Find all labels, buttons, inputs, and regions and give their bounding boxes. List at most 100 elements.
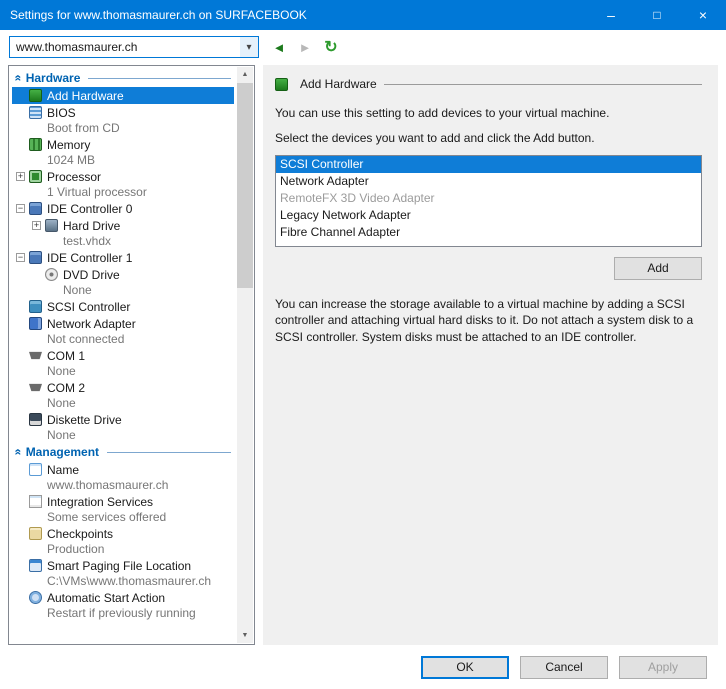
tree-scrollbar[interactable]: ▲ ▼ xyxy=(237,67,253,643)
tree-item-com-1[interactable]: COM 1 xyxy=(12,347,234,364)
instruction-text: Select the devices you want to add and c… xyxy=(275,130,595,145)
tree-item-label: Diskette Drive xyxy=(47,412,122,427)
scrollbar-thumb[interactable] xyxy=(237,83,253,288)
back-button[interactable]: ◄ xyxy=(269,37,289,57)
tree-item-sub-processor[interactable]: 1 Virtual processor xyxy=(12,185,234,200)
device-option-fibre-channel-adapter[interactable]: Fibre Channel Adapter xyxy=(276,224,701,241)
tree-item-integration-services[interactable]: Integration Services xyxy=(12,493,234,510)
add-hardware-icon xyxy=(275,77,288,91)
tree-item-sub-memory[interactable]: 1024 MB xyxy=(12,153,234,168)
tree-item-ide-controller-1[interactable]: − IDE Controller 1 xyxy=(12,249,234,266)
tree-item-name[interactable]: Name xyxy=(12,461,234,478)
tree-item-bios[interactable]: BIOS xyxy=(12,104,234,121)
description-text: You can increase the storage available t… xyxy=(275,296,694,345)
tree-item-sub-name[interactable]: www.thomasmaurer.ch xyxy=(12,478,234,493)
tree-section-management[interactable]: «Management xyxy=(11,443,234,461)
memory-icon xyxy=(29,138,42,151)
tree-item-automatic-start-action[interactable]: Automatic Start Action xyxy=(12,589,234,606)
tree-item-label: Network Adapter xyxy=(47,316,136,331)
content-panel: Add Hardware You can use this setting to… xyxy=(263,65,718,645)
tree-item-sub-hard-drive[interactable]: test.vhdx xyxy=(12,234,234,249)
tree-item-sub-integration-services[interactable]: Some services offered xyxy=(12,510,234,525)
vm-selector[interactable]: www.thomasmaurer.ch ▾ xyxy=(9,36,259,58)
com-port-icon xyxy=(29,351,42,360)
tree-item-label: Memory xyxy=(47,137,91,152)
tree-item-sub-bios[interactable]: Boot from CD xyxy=(12,121,234,136)
device-option-network-adapter[interactable]: Network Adapter xyxy=(276,173,701,190)
tree-item-sub-diskette-drive[interactable]: None xyxy=(12,428,234,443)
vm-selector-value: www.thomasmaurer.ch xyxy=(16,40,138,54)
navigation-buttons: ◄ ► ↻ xyxy=(269,37,341,57)
expander-icon[interactable]: − xyxy=(16,204,25,213)
apply-button[interactable]: Apply xyxy=(619,655,707,679)
ide-controller-icon xyxy=(29,251,42,264)
minimize-button[interactable]: – xyxy=(588,0,634,30)
tree-item-label: Processor xyxy=(47,169,102,184)
section-rule xyxy=(88,77,231,79)
tree-item-com-2[interactable]: COM 2 xyxy=(12,379,234,396)
add-hardware-icon xyxy=(29,89,42,102)
tree-item-label: COM 1 xyxy=(47,348,86,363)
tree-item-label: BIOS xyxy=(47,105,76,120)
auto-start-icon xyxy=(29,591,42,604)
refresh-button[interactable]: ↻ xyxy=(321,37,341,57)
section-rule xyxy=(107,451,231,453)
tree-item-label: IDE Controller 1 xyxy=(47,250,133,265)
window-controls: – □ × xyxy=(588,0,726,30)
bios-icon xyxy=(29,106,42,119)
tree-item-sub-automatic-start-action[interactable]: Restart if previously running xyxy=(12,606,234,621)
tree-item-smart-paging-file-location[interactable]: Smart Paging File Location xyxy=(12,557,234,574)
tree-section-hardware[interactable]: «Hardware xyxy=(11,69,234,87)
tree-item-checkpoints[interactable]: Checkpoints xyxy=(12,525,234,542)
close-button[interactable]: × xyxy=(680,0,726,30)
tree-section-label: Management xyxy=(25,445,100,459)
smart-paging-icon xyxy=(29,559,42,572)
tree-item-sub-network-adapter[interactable]: Not connected xyxy=(12,332,234,347)
tree-section-label: Hardware xyxy=(25,71,81,85)
network-adapter-icon xyxy=(29,317,42,330)
diskette-drive-icon xyxy=(29,413,42,426)
tree-item-label: Automatic Start Action xyxy=(47,590,166,605)
maximize-icon: □ xyxy=(653,8,661,22)
scsi-controller-icon xyxy=(29,300,42,313)
tree-item-memory[interactable]: Memory xyxy=(12,136,234,153)
expander-icon[interactable]: + xyxy=(32,221,41,230)
footer: OK Cancel Apply xyxy=(0,645,726,689)
tree-item-add-hardware[interactable]: Add Hardware xyxy=(12,87,234,104)
tree-item-hard-drive[interactable]: + Hard Drive xyxy=(12,217,234,234)
tree-item-ide-controller-0[interactable]: − IDE Controller 0 xyxy=(12,200,234,217)
device-option-scsi-controller[interactable]: SCSI Controller xyxy=(276,155,701,173)
tree-item-sub-smart-paging-file-location[interactable]: C:\VMs\www.thomasmaurer.ch xyxy=(12,574,234,589)
tree-item-sub-dvd-drive[interactable]: None xyxy=(12,283,234,298)
tree-item-scsi-controller[interactable]: SCSI Controller xyxy=(12,298,234,315)
expander-icon[interactable]: − xyxy=(16,253,25,262)
window-title: Settings for www.thomasmaurer.ch on SURF… xyxy=(10,8,307,22)
tree-item-label: Hard Drive xyxy=(63,218,121,233)
intro-text: You can use this setting to add devices … xyxy=(275,106,610,120)
device-option-legacy-network-adapter[interactable]: Legacy Network Adapter xyxy=(276,207,701,224)
tree-item-label: Integration Services xyxy=(47,494,154,509)
device-list: SCSI Controller Network Adapter RemoteFX 3… xyxy=(275,154,702,247)
add-button[interactable]: Add xyxy=(614,256,702,280)
forward-button[interactable]: ► xyxy=(295,37,315,57)
ok-button[interactable]: OK xyxy=(421,655,509,679)
tree-item-dvd-drive[interactable]: DVD Drive xyxy=(12,266,234,283)
device-option-remotefx-3d-video-adapter[interactable]: RemoteFX 3D Video Adapter xyxy=(276,190,701,207)
scroll-down-icon[interactable]: ▼ xyxy=(237,628,253,643)
tree-item-label: Add Hardware xyxy=(47,88,124,103)
expander-icon[interactable]: + xyxy=(16,172,25,181)
cancel-button[interactable]: Cancel xyxy=(520,655,608,679)
tree-item-sub-com-2[interactable]: None xyxy=(12,396,234,411)
tree-item-sub-com-1[interactable]: None xyxy=(12,364,234,379)
tree-item-sub-checkpoints[interactable]: Production xyxy=(12,542,234,557)
dvd-drive-icon xyxy=(45,268,58,281)
scroll-up-icon[interactable]: ▲ xyxy=(237,67,253,82)
maximize-button[interactable]: □ xyxy=(634,0,680,30)
ide-controller-icon xyxy=(29,202,42,215)
collapse-chevron-icon: « xyxy=(11,448,26,456)
tree-item-diskette-drive[interactable]: Diskette Drive xyxy=(12,411,234,428)
titlebar[interactable]: Settings for www.thomasmaurer.ch on SURF… xyxy=(0,0,726,30)
tree-item-network-adapter[interactable]: Network Adapter xyxy=(12,315,234,332)
tree-item-label: Checkpoints xyxy=(47,526,114,541)
tree-item-processor[interactable]: + Processor xyxy=(12,168,234,185)
